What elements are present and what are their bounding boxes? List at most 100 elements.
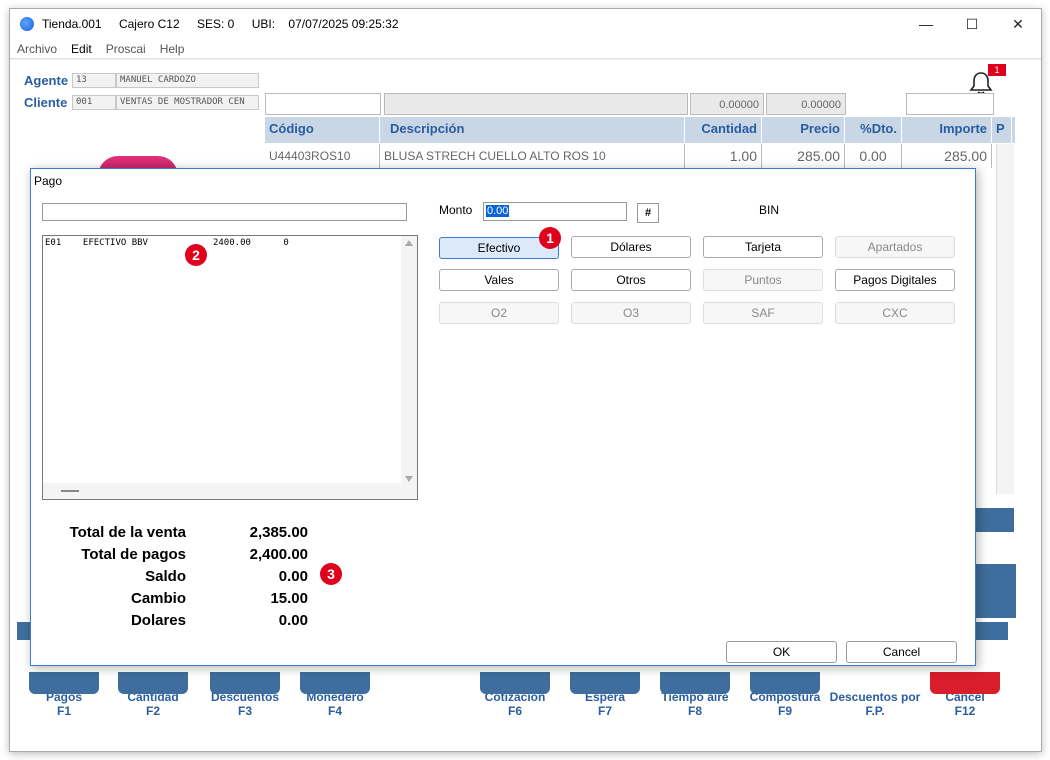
fkey-compostura-button[interactable]: Compostura F9 xyxy=(748,672,822,718)
summary-precio: 0.00000 xyxy=(766,93,846,115)
monto-value: 0.00 xyxy=(486,205,510,217)
agente-code-field[interactable]: 13 xyxy=(72,73,116,88)
importe-entry-field[interactable] xyxy=(906,93,994,115)
espera-icon xyxy=(570,672,640,694)
window-title: Tienda.001 Cajero C12 SES: 0 UBI: 07/07/… xyxy=(42,17,413,31)
fkey-key: F1 xyxy=(56,704,71,718)
title-bar: Tienda.001 Cajero C12 SES: 0 UBI: 07/07/… xyxy=(10,9,1041,39)
o3-button[interactable]: O3 xyxy=(571,302,691,324)
screen: Tienda.001 Cajero C12 SES: 0 UBI: 07/07/… xyxy=(0,0,1050,760)
scroll-down-icon[interactable] xyxy=(405,476,413,482)
payment-search-field[interactable] xyxy=(42,203,407,221)
tarjeta-button[interactable]: Tarjeta xyxy=(703,236,823,258)
scroll-thumb[interactable] xyxy=(61,490,79,492)
fkey-cotizacion-button[interactable]: Cotizacion F6 xyxy=(478,672,552,718)
otros-button[interactable]: Otros xyxy=(571,269,691,291)
col-codigo[interactable]: Código xyxy=(265,117,380,143)
descuentos-icon xyxy=(210,672,280,694)
cotizacion-icon xyxy=(480,672,550,694)
marker-3: 3 xyxy=(320,563,342,585)
fkey-key: F2 xyxy=(145,704,160,718)
fkey-key: F12 xyxy=(954,704,976,718)
minimize-icon[interactable]: — xyxy=(903,9,949,39)
menu-archivo[interactable]: Archivo xyxy=(10,42,64,56)
dolares-button[interactable]: Dólares xyxy=(571,236,691,258)
cxc-button[interactable]: CXC xyxy=(835,302,955,324)
puntos-button[interactable]: Puntos xyxy=(703,269,823,291)
list-item[interactable]: E01 EFECTIVO BBV 2400.00 0 xyxy=(45,238,289,248)
fkey-espera-button[interactable]: Espera F7 xyxy=(568,672,642,718)
cambio-value: 15.00 xyxy=(270,590,308,607)
close-icon[interactable]: ✕ xyxy=(995,9,1041,39)
description-entry-field[interactable] xyxy=(384,93,688,115)
marker-1: 1 xyxy=(539,227,561,249)
fkey-key: F.P. xyxy=(865,704,885,718)
cancel-icon xyxy=(930,672,1000,694)
marker-2: 2 xyxy=(185,244,207,266)
app-globe-icon xyxy=(20,17,34,31)
tiempo-aire-icon xyxy=(660,672,730,694)
table-row[interactable]: U44403ROS10 BLUSA STRECH CUELLO ALTO ROS… xyxy=(265,144,992,168)
menu-edit[interactable]: Edit xyxy=(64,42,99,56)
hash-button[interactable]: # xyxy=(637,203,659,223)
bin-label: BIN xyxy=(759,203,780,217)
saf-button[interactable]: SAF xyxy=(703,302,823,324)
fkey-pagos-button[interactable]: Pagos F1 xyxy=(29,672,99,718)
list-vertical-scrollbar[interactable] xyxy=(401,236,417,486)
cell-descripcion: BLUSA STRECH CUELLO ALTO ROS 10 xyxy=(380,144,685,168)
col-dto[interactable]: %Dto. xyxy=(845,117,902,143)
total-venta-label: Total de la venta xyxy=(69,524,186,541)
col-precio[interactable]: Precio xyxy=(762,117,845,143)
cliente-label: Cliente xyxy=(24,95,68,110)
menu-help[interactable]: Help xyxy=(153,42,192,56)
col-p[interactable]: P xyxy=(992,117,1012,143)
maximize-icon[interactable]: ☐ xyxy=(949,9,995,39)
fkey-cantidad-button[interactable]: Cantidad F2 xyxy=(118,672,188,718)
ok-button[interactable]: OK xyxy=(726,641,837,663)
fkey-descuentos-fp-button[interactable]: Descuentos por F.P. xyxy=(828,690,922,718)
code-entry-field[interactable] xyxy=(265,93,381,115)
dolares-value: 0.00 xyxy=(278,612,308,629)
cliente-code-field[interactable]: 001 xyxy=(72,95,116,110)
saldo-value: 0.00 xyxy=(278,568,308,585)
agente-name-field[interactable]: MANUEL CARDOZO xyxy=(116,73,259,88)
apartados-button[interactable]: Apartados xyxy=(835,236,955,258)
col-descripcion[interactable]: Descripción xyxy=(380,117,685,143)
monto-label: Monto xyxy=(439,203,473,217)
col-importe[interactable]: Importe xyxy=(902,117,992,143)
saldo-label: Saldo xyxy=(145,568,186,585)
cell-cantidad: 1.00 xyxy=(685,144,762,168)
pagos-digitales-button[interactable]: Pagos Digitales xyxy=(835,269,955,291)
fkey-cancel-button[interactable]: Cancel F12 xyxy=(928,672,1002,718)
title-cashier: Cajero C12 xyxy=(118,17,180,31)
window-controls: — ☐ ✕ xyxy=(903,9,1041,39)
total-bar xyxy=(970,508,1014,532)
total-venta-value: 2,385.00 xyxy=(249,524,308,541)
menu-proscai[interactable]: Proscai xyxy=(99,42,153,56)
grid-scrollbar[interactable] xyxy=(996,144,1014,494)
list-horizontal-scrollbar[interactable] xyxy=(43,483,417,499)
fkey-label: Descuentos por xyxy=(829,690,921,704)
cliente-name-field[interactable]: VENTAS DE MOSTRADOR CEN xyxy=(116,95,259,110)
agente-label: Agente xyxy=(24,73,69,88)
fkey-key: F3 xyxy=(237,704,252,718)
vales-button[interactable]: Vales xyxy=(439,269,559,291)
fkey-monedero-button[interactable]: Monedero F4 xyxy=(298,672,372,718)
monto-input[interactable]: 0.00 xyxy=(483,202,627,221)
menu-bar: Archivo Edit Proscai Help xyxy=(10,39,1041,59)
fkey-key: F8 xyxy=(687,704,702,718)
cell-importe: 285.00 xyxy=(902,144,992,168)
col-cantidad[interactable]: Cantidad xyxy=(685,117,762,143)
fkey-key: F7 xyxy=(597,704,612,718)
payments-list[interactable]: E01 EFECTIVO BBV 2400.00 0 xyxy=(42,235,418,500)
cell-dto: 0.00 xyxy=(845,144,902,168)
total-pagos-label: Total de pagos xyxy=(81,546,186,563)
fkey-descuentos-button[interactable]: Descuentos F3 xyxy=(208,672,282,718)
scroll-up-icon[interactable] xyxy=(405,240,413,246)
fkey-tiempo-aire-button[interactable]: Tiempo aire F8 xyxy=(658,672,732,718)
cancel-button[interactable]: Cancel xyxy=(846,641,957,663)
notification-badge: 1 xyxy=(988,64,1006,76)
display-panel xyxy=(976,564,1016,618)
fkey-key: F9 xyxy=(777,704,792,718)
o2-button[interactable]: O2 xyxy=(439,302,559,324)
